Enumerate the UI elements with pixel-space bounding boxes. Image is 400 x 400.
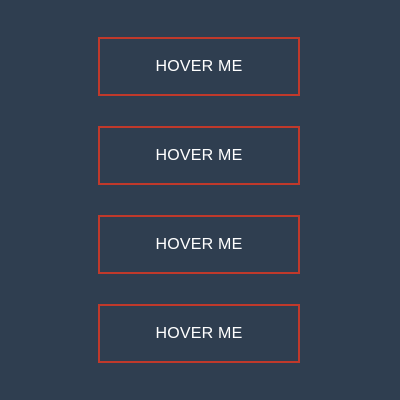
hover-button-3[interactable]: HOVER ME (98, 215, 300, 274)
hover-button-label: HOVER ME (155, 324, 243, 342)
hover-button-2[interactable]: HOVER ME (98, 126, 300, 185)
button-stack: HOVER ME HOVER ME HOVER ME HOVER ME (98, 37, 300, 363)
hover-button-label: HOVER ME (155, 235, 243, 253)
hover-button-label: HOVER ME (155, 146, 243, 164)
hover-button-4[interactable]: HOVER ME (98, 304, 300, 363)
hover-button-1[interactable]: HOVER ME (98, 37, 300, 96)
hover-button-label: HOVER ME (155, 57, 243, 75)
